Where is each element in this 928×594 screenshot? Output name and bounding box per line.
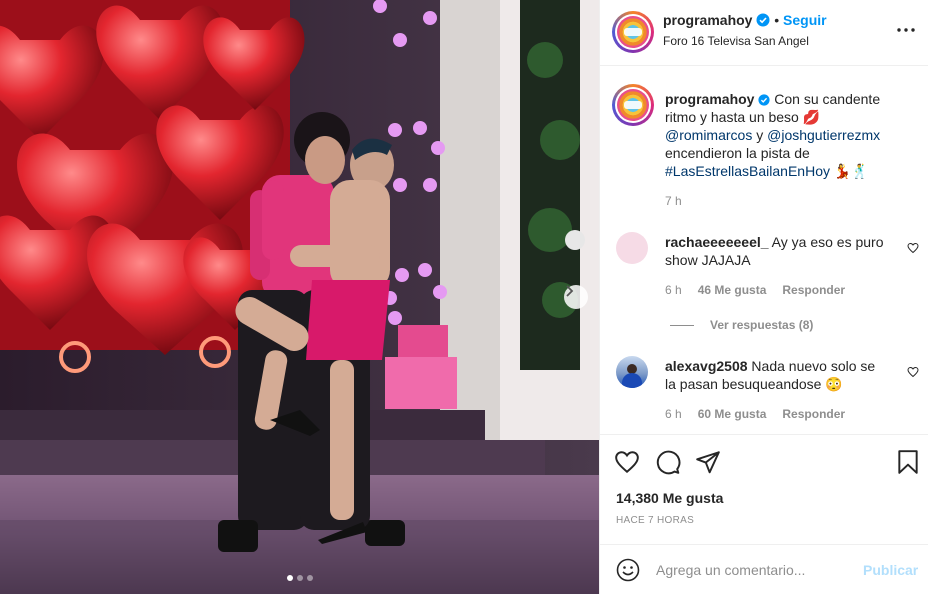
hashtag-link[interactable]: #LasEstrellasBailanEnHoy <box>665 163 830 179</box>
comment-username[interactable]: alexavg2508 <box>665 358 748 374</box>
post-actions: 14,380 Me gusta HACE 7 HORAS <box>600 434 928 544</box>
smiley-icon[interactable] <box>616 558 640 582</box>
comment-2: alexavg2508 Nada nuevo solo se la pasan … <box>665 357 900 393</box>
post-header: programahoy • Seguir Foro 16 Televisa Sa… <box>600 0 928 66</box>
follow-button[interactable]: Seguir <box>783 12 827 28</box>
caption-line-2: ritmo y hasta un beso 💋 <box>665 109 821 125</box>
comment-text-line-1: Nada nuevo solo se <box>751 358 876 374</box>
comment-text-line-2: show JAJAJA <box>665 252 751 268</box>
comment-2-meta: 6 h 60 Me gusta Responder <box>665 407 845 421</box>
comment-1-meta: 6 h 46 Me gusta Responder <box>665 283 845 297</box>
view-replies-button[interactable]: Ver respuestas (8) <box>670 318 813 332</box>
like-count[interactable]: 14,380 Me gusta <box>616 490 723 506</box>
caption-avatar[interactable] <box>612 84 654 126</box>
header-username[interactable]: programahoy <box>663 12 752 28</box>
mention-romimarcos[interactable]: @romimarcos <box>665 127 752 143</box>
mention-joshgutierrezmx[interactable]: @joshgutierrezmx <box>767 127 880 143</box>
avatar-border <box>615 87 651 123</box>
caption-conjunction: y <box>756 127 764 143</box>
commenter-avatar[interactable] <box>616 232 648 264</box>
comment-text-line-1: Ay ya eso es puro <box>771 234 884 250</box>
more-options-icon[interactable] <box>895 23 917 37</box>
comment-username[interactable]: rachaeeeeeeel_ <box>665 234 769 250</box>
comment-time: 6 h <box>665 407 682 421</box>
add-comment-bar: Publicar <box>600 544 928 594</box>
post-sidebar: programahoy • Seguir Foro 16 Televisa Sa… <box>599 0 928 594</box>
reply-button[interactable]: Responder <box>782 283 845 297</box>
post-media[interactable] <box>0 0 599 594</box>
caption-username[interactable]: programahoy <box>665 91 754 107</box>
verified-badge-icon <box>756 13 770 27</box>
chevron-right-icon <box>566 285 574 297</box>
bookmark-icon[interactable] <box>895 449 921 475</box>
carousel-indicator <box>0 575 599 581</box>
view-replies-label: Ver respuestas (8) <box>710 318 814 332</box>
comment-like-heart-icon[interactable] <box>907 242 919 254</box>
header-avatar[interactable] <box>612 11 654 53</box>
comment-likes[interactable]: 46 Me gusta <box>698 283 767 297</box>
location-link[interactable]: Foro 16 Televisa San Angel <box>663 34 809 48</box>
logo-bar <box>624 101 642 109</box>
avatar-border <box>615 14 651 50</box>
comment-like-heart-icon[interactable] <box>907 366 919 378</box>
programahoy-logo <box>617 89 649 121</box>
avatar-figure-body <box>622 373 642 388</box>
paper-plane-icon[interactable] <box>695 449 721 475</box>
logo-bar <box>624 28 642 36</box>
header-user-line: programahoy • Seguir <box>663 12 827 28</box>
carousel-next-button[interactable] <box>564 285 588 309</box>
comment-icon[interactable] <box>655 449 681 475</box>
separator-dot: • <box>774 12 780 28</box>
carousel-dot <box>306 575 313 581</box>
comment-text-line-2: la pasan besuqueandose 😳 <box>665 376 843 392</box>
post-time-ago: HACE 7 HORAS <box>616 515 695 526</box>
comment-1: rachaeeeeeeel_ Ay ya eso es puro show JA… <box>665 233 900 269</box>
reply-button[interactable]: Responder <box>782 407 845 421</box>
commenter-avatar[interactable] <box>616 356 648 388</box>
caption-emojis: 💃🕺 <box>833 163 869 179</box>
verified-badge-icon <box>758 94 770 106</box>
caption-line-4: encendieron la pista de <box>665 145 810 161</box>
carousel-dot-active <box>286 575 293 581</box>
replies-divider <box>670 324 694 326</box>
comment-likes[interactable]: 60 Me gusta <box>698 407 767 421</box>
programahoy-logo <box>617 16 649 48</box>
publish-button[interactable]: Publicar <box>863 562 918 578</box>
comment-input[interactable] <box>656 557 856 583</box>
instagram-post-view: programahoy • Seguir Foro 16 Televisa Sa… <box>0 0 928 594</box>
caption-line-1: Con su candente <box>774 91 881 107</box>
heart-icon[interactable] <box>614 449 640 475</box>
post-caption: programahoy Con su candente ritmo y hast… <box>665 90 915 180</box>
comment-time: 6 h <box>665 283 682 297</box>
carousel-dot <box>296 575 303 581</box>
post-photo <box>0 0 599 594</box>
caption-timestamp: 7 h <box>665 194 682 208</box>
